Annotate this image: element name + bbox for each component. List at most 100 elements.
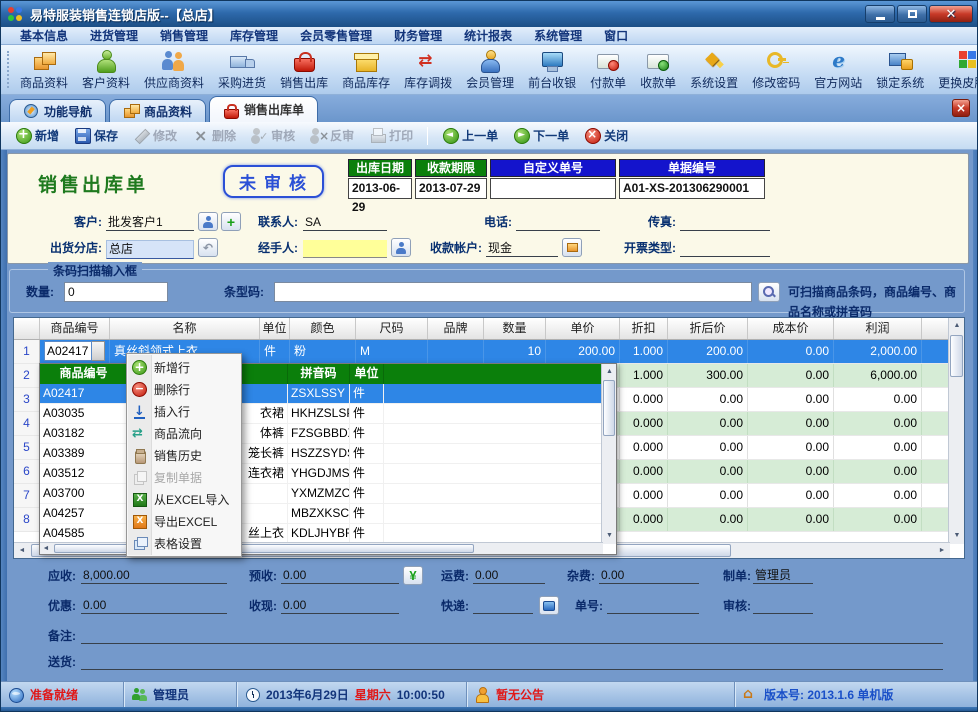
- grid-cell-final[interactable]: 0.00: [668, 412, 748, 435]
- prepay-button[interactable]: ¥: [403, 566, 423, 585]
- tab-goods[interactable]: 商品资料: [109, 99, 206, 122]
- grid-cell-final[interactable]: 300.00: [668, 364, 748, 387]
- toolbar-item[interactable]: 库存调拨: [397, 45, 459, 94]
- column-header[interactable]: 品牌: [428, 318, 484, 339]
- menu-item[interactable]: 统计报表: [453, 27, 523, 45]
- lookup-cell-code[interactable]: A03035: [40, 404, 128, 423]
- customer-field[interactable]: 批发客户1: [106, 214, 194, 231]
- handler-lookup-button[interactable]: [391, 238, 411, 257]
- toolbar-item[interactable]: 采购进货: [211, 45, 273, 94]
- order-header-value[interactable]: 2013-07-29: [415, 178, 487, 199]
- menu-item[interactable]: 库存管理: [219, 27, 289, 45]
- phone-field[interactable]: [516, 214, 600, 231]
- grid-cell-cost[interactable]: 0.00: [748, 364, 834, 387]
- lookup-cell-pinyin[interactable]: HSZZSYDSD: [288, 444, 350, 463]
- freight-field[interactable]: 0.00: [473, 567, 545, 584]
- menu-item[interactable]: 窗口: [593, 27, 639, 45]
- grid-cell-color[interactable]: 粉: [290, 340, 356, 363]
- branch-field[interactable]: 总店: [106, 240, 194, 259]
- context-menu-item[interactable]: 新增行: [128, 356, 240, 378]
- lookup-vertical-scrollbar[interactable]: ▲ ▼: [601, 364, 616, 544]
- row-number[interactable]: 2: [14, 364, 40, 387]
- next-button[interactable]: 下一单: [507, 125, 575, 146]
- column-header[interactable]: 折后价: [668, 318, 748, 339]
- grid-cell-final[interactable]: 200.00: [668, 340, 748, 363]
- scroll-right-icon[interactable]: ►: [934, 543, 950, 559]
- lookup-cell-pinyin[interactable]: HKHZSLSPH: [288, 404, 350, 423]
- toolbar-item[interactable]: 修改密码: [745, 45, 807, 94]
- row-number[interactable]: 6: [14, 460, 40, 483]
- customer-lookup-button[interactable]: [198, 212, 218, 231]
- lookup-cell-code[interactable]: A03182: [40, 424, 128, 443]
- grid-cell-discount[interactable]: 1.000: [620, 340, 668, 363]
- tracking-field[interactable]: [607, 597, 699, 614]
- lookup-cell-unit[interactable]: 件: [350, 384, 384, 403]
- tab-sales[interactable]: 销售出库单: [209, 96, 318, 122]
- toolbar-item[interactable]: 商品资料: [13, 45, 75, 94]
- row-number[interactable]: 8: [14, 508, 40, 531]
- lookup-cell-code[interactable]: A03389: [40, 444, 128, 463]
- tab-nav[interactable]: 功能导航: [9, 99, 106, 122]
- invoice-field[interactable]: [680, 240, 770, 257]
- grid-cell-qty[interactable]: 10: [484, 340, 546, 363]
- grid-cell-discount[interactable]: 0.000: [620, 460, 668, 483]
- column-header[interactable]: 数量: [484, 318, 546, 339]
- lookup-cell-unit[interactable]: 件: [350, 524, 384, 543]
- grid-cell-cost[interactable]: 0.00: [748, 436, 834, 459]
- barcode-search-button[interactable]: [758, 282, 780, 302]
- fax-field[interactable]: [680, 214, 770, 231]
- row-number[interactable]: 4: [14, 412, 40, 435]
- delivery-field[interactable]: [81, 653, 943, 670]
- contact-field[interactable]: SA: [303, 214, 387, 231]
- lookup-cell-code[interactable]: A03700: [40, 484, 128, 503]
- express-button[interactable]: [539, 596, 559, 615]
- scrollbar-thumb[interactable]: [603, 380, 615, 436]
- grid-cell-discount[interactable]: 0.000: [620, 388, 668, 411]
- grid-cell-profit[interactable]: 0.00: [834, 484, 922, 507]
- grid-cell-brand[interactable]: [428, 340, 484, 363]
- order-header-value[interactable]: A01-XS-201306290001: [619, 178, 765, 199]
- column-header[interactable]: 利润: [834, 318, 922, 339]
- context-menu-item[interactable]: 销售历史: [128, 444, 240, 466]
- lookup-cell-pinyin[interactable]: ZSXLSSY: [288, 384, 350, 403]
- toolbar-item[interactable]: 锁定系统: [869, 45, 931, 94]
- branch-select-button[interactable]: ↶: [198, 238, 218, 257]
- lookup-cell-unit[interactable]: 件: [350, 424, 384, 443]
- grid-cell-profit[interactable]: 2,000.00: [834, 340, 922, 363]
- maximize-button[interactable]: [897, 5, 927, 23]
- misc-field[interactable]: 0.00: [599, 567, 699, 584]
- lookup-cell-unit[interactable]: 件: [350, 504, 384, 523]
- column-header[interactable]: 折扣: [620, 318, 668, 339]
- toolbar-item[interactable]: 商品库存: [335, 45, 397, 94]
- cell-editor[interactable]: A02417: [44, 341, 105, 361]
- toolbar-grip[interactable]: [7, 51, 9, 88]
- row-number[interactable]: 7: [14, 484, 40, 507]
- scroll-down-icon[interactable]: ▼: [949, 528, 965, 544]
- grid-cell-cost[interactable]: 0.00: [748, 460, 834, 483]
- toolbar-item[interactable]: 供应商资料: [137, 45, 211, 94]
- receivable-field[interactable]: 8,000.00: [81, 567, 227, 584]
- grid-cell-discount[interactable]: 0.000: [620, 436, 668, 459]
- lookup-column-header[interactable]: 拼音码: [288, 364, 350, 384]
- toolbar-item[interactable]: 更换皮肤▼: [931, 45, 978, 94]
- barcode-input[interactable]: [274, 282, 752, 302]
- toolbar-item[interactable]: 客户资料: [75, 45, 137, 94]
- lookup-cell-unit[interactable]: 件: [350, 444, 384, 463]
- menu-item[interactable]: 基本信息: [9, 27, 79, 45]
- lookup-cell-unit[interactable]: 件: [350, 484, 384, 503]
- grid-cell-cost[interactable]: 0.00: [748, 412, 834, 435]
- scroll-left-icon[interactable]: ◄: [40, 543, 52, 555]
- grid-cell-cost[interactable]: 0.00: [748, 340, 834, 363]
- column-header[interactable]: 名称: [110, 318, 260, 339]
- toolbar-item[interactable]: 前台收银: [521, 45, 583, 94]
- toolbar-item[interactable]: 销售出库: [273, 45, 335, 94]
- lookup-cell-unit[interactable]: 件: [350, 404, 384, 423]
- account-select-button[interactable]: [562, 238, 582, 257]
- column-header[interactable]: 商品编号: [40, 318, 110, 339]
- grid-cell-final[interactable]: 0.00: [668, 508, 748, 531]
- context-menu-item[interactable]: 导出EXCEL: [128, 510, 240, 532]
- minimize-button[interactable]: [865, 5, 895, 23]
- lookup-column-header[interactable]: 商品编号: [40, 364, 128, 384]
- discount-field[interactable]: 0.00: [81, 597, 227, 614]
- row-number[interactable]: 5: [14, 436, 40, 459]
